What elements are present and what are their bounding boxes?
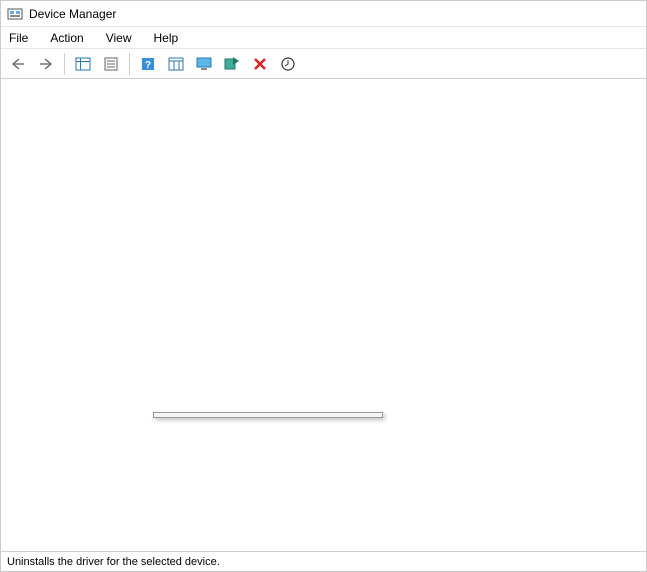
help-icon: ?	[141, 57, 155, 71]
details-button[interactable]	[163, 52, 189, 76]
toolbar-separator	[64, 53, 65, 75]
menu-view[interactable]: View	[102, 29, 136, 47]
back-icon	[10, 58, 26, 70]
toolbar-separator	[129, 53, 130, 75]
monitor-icon	[196, 57, 212, 71]
back-button[interactable]	[5, 52, 31, 76]
toolbar: ?	[1, 49, 646, 79]
device-tree[interactable]	[1, 79, 646, 551]
properties-button[interactable]	[98, 52, 124, 76]
menu-action[interactable]: Action	[46, 29, 87, 47]
menubar: File Action View Help	[1, 27, 646, 49]
details-icon	[168, 57, 184, 71]
forward-button[interactable]	[33, 52, 59, 76]
show-hidden-button[interactable]	[70, 52, 96, 76]
status-bar: Uninstalls the driver for the selected d…	[1, 551, 646, 571]
show-hidden-icon	[75, 57, 91, 71]
update-icon	[280, 56, 296, 72]
titlebar: Device Manager	[1, 1, 646, 27]
delete-icon	[253, 57, 267, 71]
app-icon	[7, 6, 23, 22]
svg-text:?: ?	[145, 60, 151, 71]
scan-icon	[224, 56, 240, 72]
scan-button[interactable]	[219, 52, 245, 76]
help-button[interactable]: ?	[135, 52, 161, 76]
update-button[interactable]	[275, 52, 301, 76]
delete-button[interactable]	[247, 52, 273, 76]
menu-help[interactable]: Help	[150, 29, 183, 47]
forward-icon	[38, 58, 54, 70]
status-text: Uninstalls the driver for the selected d…	[7, 556, 220, 568]
context-menu	[153, 412, 383, 418]
monitor-button[interactable]	[191, 52, 217, 76]
window-title: Device Manager	[29, 7, 116, 21]
properties-icon	[104, 57, 118, 71]
menu-file[interactable]: File	[5, 29, 32, 47]
